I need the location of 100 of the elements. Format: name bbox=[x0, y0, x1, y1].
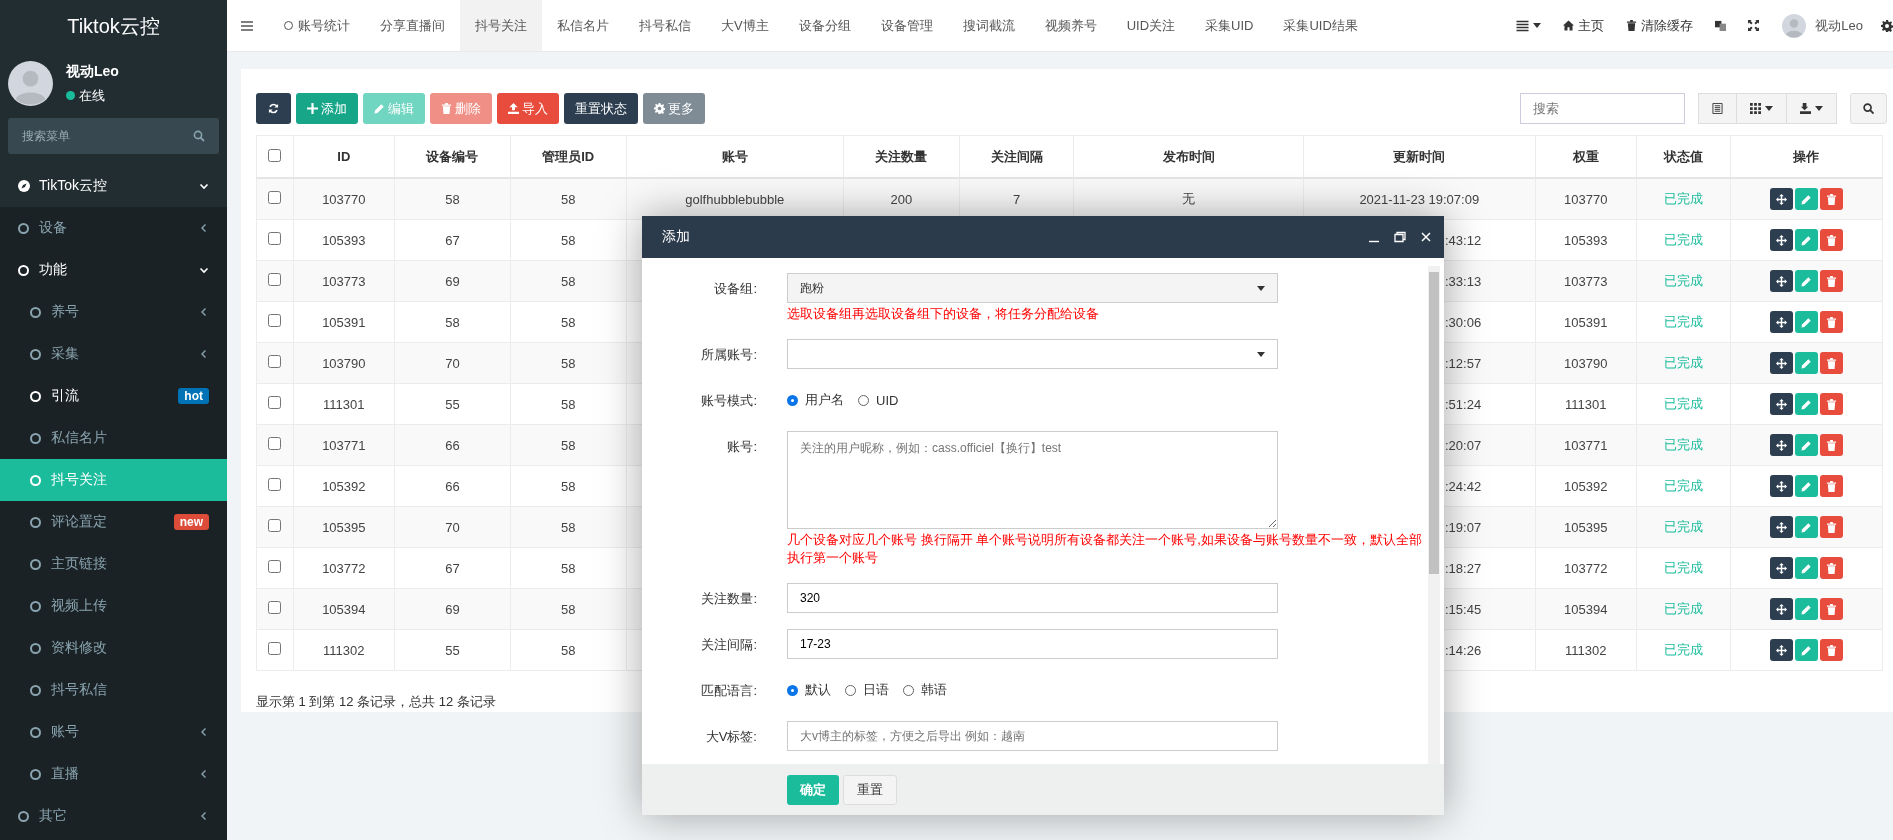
menu-item[interactable]: 抖号私信 bbox=[0, 669, 227, 711]
menu-item[interactable]: 主页链接 bbox=[0, 543, 227, 585]
search-button[interactable] bbox=[1850, 93, 1887, 124]
text-field[interactable]: 320 bbox=[787, 583, 1278, 613]
radio-button[interactable] bbox=[787, 684, 798, 696]
scrollbar[interactable] bbox=[1428, 266, 1440, 764]
row-checkbox[interactable] bbox=[268, 232, 282, 245]
move-button[interactable] bbox=[1769, 393, 1793, 415]
search-field[interactable]: 搜索 bbox=[1520, 93, 1685, 124]
row-checkbox[interactable] bbox=[268, 519, 282, 532]
menu-item[interactable]: 采集 bbox=[0, 333, 227, 375]
text-field[interactable]: 17-23 bbox=[787, 629, 1278, 659]
delete-button[interactable] bbox=[1819, 270, 1843, 292]
menu-item[interactable]: 视频上传 bbox=[0, 585, 227, 627]
row-checkbox[interactable] bbox=[268, 642, 282, 655]
nav-tab[interactable]: 抖号私信 bbox=[624, 0, 706, 51]
radio-option[interactable]: 默认 bbox=[787, 681, 831, 699]
menu-item[interactable]: 私信名片 bbox=[0, 417, 227, 459]
radio-option[interactable]: 韩语 bbox=[903, 681, 947, 699]
move-button[interactable] bbox=[1769, 557, 1793, 579]
delete-button[interactable] bbox=[1819, 475, 1843, 497]
row-checkbox[interactable] bbox=[268, 396, 282, 409]
close-icon[interactable] bbox=[1420, 231, 1432, 243]
move-button[interactable] bbox=[1769, 188, 1793, 210]
menu-item[interactable]: TikTok云控 bbox=[0, 165, 227, 207]
nav-tab[interactable]: 分享直播间 bbox=[365, 0, 460, 51]
row-checkbox[interactable] bbox=[268, 437, 282, 450]
delete-button[interactable] bbox=[1819, 393, 1843, 415]
row-checkbox[interactable] bbox=[268, 478, 282, 491]
clear-cache-link[interactable]: 清除缓存 bbox=[1615, 16, 1705, 35]
columns-button[interactable] bbox=[1736, 93, 1787, 124]
maximize-icon[interactable] bbox=[1394, 231, 1406, 243]
nav-tab[interactable]: UID关注 bbox=[1111, 0, 1191, 51]
nav-tab[interactable]: 大V博主 bbox=[706, 0, 784, 51]
select-field[interactable] bbox=[787, 339, 1278, 369]
field-label: 设备组: bbox=[713, 280, 757, 298]
delete-button[interactable] bbox=[1819, 352, 1843, 374]
menu-icon[interactable] bbox=[241, 20, 253, 31]
reset-status-button[interactable]: 重置状态 bbox=[564, 93, 638, 124]
user-name[interactable]: 视动Leo bbox=[1815, 16, 1863, 35]
toggle-view-button[interactable] bbox=[1698, 93, 1737, 124]
menu-item[interactable]: 设备 bbox=[0, 207, 227, 249]
move-button[interactable] bbox=[1769, 270, 1793, 292]
menu-search-field[interactable]: 搜索菜单 bbox=[0, 118, 227, 165]
move-button[interactable] bbox=[1769, 639, 1793, 661]
reset-button[interactable]: 重置 bbox=[843, 774, 897, 805]
menu-item[interactable]: 资料修改 bbox=[0, 627, 227, 669]
account-textarea[interactable]: 关注的用户昵称，例如：cass.officiel【换行】test bbox=[787, 431, 1278, 529]
table-cell: 103771 bbox=[1535, 424, 1637, 466]
home-link[interactable]: 主页 bbox=[1552, 16, 1616, 35]
radio-option[interactable]: UID bbox=[858, 392, 899, 408]
row-checkbox[interactable] bbox=[268, 273, 282, 286]
row-checkbox[interactable] bbox=[268, 355, 282, 368]
nav-tab[interactable]: 视频养号 bbox=[1029, 0, 1112, 51]
select-all-checkbox[interactable] bbox=[268, 148, 282, 162]
row-checkbox[interactable] bbox=[268, 560, 282, 573]
move-button[interactable] bbox=[1769, 516, 1793, 538]
move-button[interactable] bbox=[1769, 434, 1793, 456]
delete-button[interactable] bbox=[1819, 311, 1843, 333]
select-field[interactable]: 跑粉 bbox=[787, 273, 1278, 303]
menu-item[interactable]: 账号 bbox=[0, 711, 227, 753]
move-button[interactable] bbox=[1769, 475, 1793, 497]
row-checkbox[interactable] bbox=[268, 191, 282, 204]
import-button[interactable]: 导入 bbox=[497, 93, 559, 124]
menu-item[interactable]: 其它 bbox=[0, 795, 227, 837]
radio-option[interactable]: 用户名 bbox=[787, 391, 844, 409]
move-button[interactable] bbox=[1769, 311, 1793, 333]
settings-icon[interactable] bbox=[1881, 19, 1893, 32]
delete-button[interactable] bbox=[1819, 557, 1843, 579]
translate-icon bbox=[1715, 20, 1727, 31]
menu-item[interactable]: 功能 bbox=[0, 249, 227, 291]
delete-button[interactable] bbox=[1819, 639, 1843, 661]
text-field[interactable]: 大v博主的标签，方便之后导出 例如：越南 bbox=[787, 721, 1278, 751]
nav-tab[interactable]: 私信名片 bbox=[542, 0, 624, 51]
delete-button[interactable] bbox=[1819, 229, 1843, 251]
move-icon bbox=[1775, 603, 1787, 615]
delete-button[interactable] bbox=[1819, 516, 1843, 538]
move-button[interactable] bbox=[1769, 229, 1793, 251]
nav-tab[interactable]: 抖号关注 bbox=[460, 0, 542, 51]
refresh-button[interactable] bbox=[256, 93, 291, 124]
nav-tab[interactable]: 采集UID bbox=[1190, 0, 1269, 51]
radio-button[interactable] bbox=[787, 394, 798, 406]
delete-button[interactable] bbox=[1819, 434, 1843, 456]
menu-item[interactable]: 直播 bbox=[0, 753, 227, 795]
delete-button[interactable] bbox=[1819, 598, 1843, 620]
row-checkbox[interactable] bbox=[268, 601, 282, 614]
nav-tab[interactable]: 设备管理 bbox=[865, 0, 948, 51]
delete-button[interactable] bbox=[1819, 188, 1843, 210]
menu-item[interactable]: 评论置定 new bbox=[0, 501, 227, 543]
nav-tab[interactable]: 账号统计 bbox=[269, 0, 365, 51]
nav-tab[interactable]: 设备分组 bbox=[783, 0, 866, 51]
row-checkbox[interactable] bbox=[268, 314, 282, 327]
menu-item[interactable]: 养号 bbox=[0, 291, 227, 333]
export-button[interactable] bbox=[1786, 93, 1837, 124]
nav-tab[interactable]: 搜词截流 bbox=[947, 0, 1030, 51]
nav-tab[interactable]: 采集UID结果 bbox=[1268, 0, 1373, 51]
move-button[interactable] bbox=[1769, 598, 1793, 620]
menu-item[interactable]: 引流 hot bbox=[0, 375, 227, 417]
radio-option[interactable]: 日语 bbox=[845, 681, 889, 699]
move-button[interactable] bbox=[1769, 352, 1793, 374]
